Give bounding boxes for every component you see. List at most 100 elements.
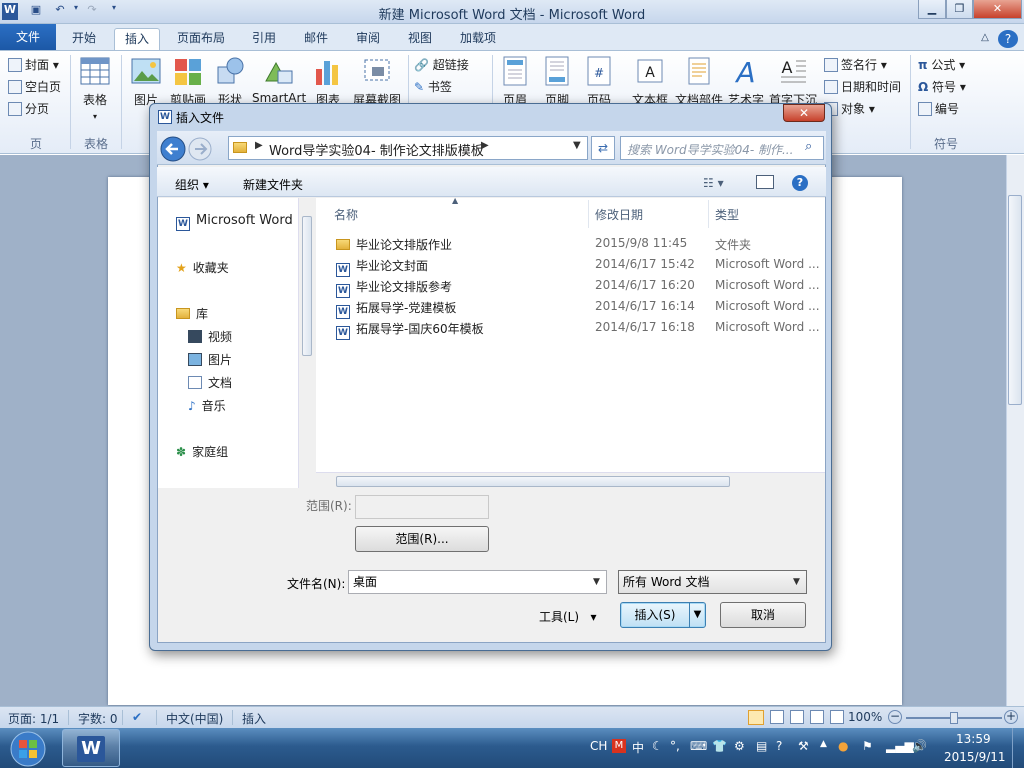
ime-mode-icon[interactable]: 中: [632, 739, 644, 756]
nav-microsoft-word[interactable]: W Microsoft Word: [176, 213, 293, 231]
new-folder-button[interactable]: 新建文件夹: [243, 176, 303, 193]
filename-input[interactable]: 桌面 ▼: [348, 570, 607, 594]
nav-scroll-thumb[interactable]: [302, 216, 312, 356]
show-desktop-button[interactable]: [1012, 728, 1024, 768]
file-row[interactable]: W 毕业论文排版参考 2014/6/17 16:20 Microsoft Word…: [332, 275, 822, 298]
organize-button[interactable]: 组织 ▾: [175, 176, 209, 193]
taskbar-word-button[interactable]: W: [62, 729, 120, 767]
ime-help-icon[interactable]: ?: [776, 739, 782, 753]
cancel-button[interactable]: 取消: [720, 602, 806, 628]
column-type-header[interactable]: 类型: [715, 206, 739, 223]
smartart-button[interactable]: SmartArt: [252, 55, 306, 105]
tray-app-icon[interactable]: ●: [838, 739, 848, 753]
breadcrumb-arrow-icon[interactable]: ▶: [255, 140, 263, 151]
table-button[interactable]: 表格 ▾: [78, 55, 112, 122]
tray-flag-icon[interactable]: ⚑: [862, 739, 873, 753]
tab-view[interactable]: 视图: [400, 28, 440, 50]
nav-videos[interactable]: 视频: [188, 328, 232, 345]
tab-addins[interactable]: 加载项: [452, 28, 504, 50]
blank-page-button[interactable]: 空白页: [8, 77, 61, 97]
zoom-out-icon[interactable]: −: [888, 710, 902, 724]
nav-pictures[interactable]: 图片: [188, 351, 232, 368]
textbox-button[interactable]: A 文本框: [630, 55, 670, 108]
quick-parts-button[interactable]: 文档部件: [674, 55, 724, 108]
page-number-button[interactable]: # 页码: [582, 55, 616, 108]
start-button-icon[interactable]: [2, 730, 54, 768]
dialog-help-icon[interactable]: ?: [792, 175, 808, 191]
ime-tools-icon[interactable]: ⚙: [734, 739, 745, 753]
web-layout-icon[interactable]: [790, 710, 804, 724]
hyperlink-button[interactable]: 🔗 超链接: [414, 55, 469, 75]
symbol-button[interactable]: Ω 符号 ▾: [918, 77, 966, 97]
breadcrumb[interactable]: Word导学实验04- 制作论文排版模板: [269, 140, 484, 159]
word-count[interactable]: 字数: 0: [78, 710, 118, 727]
tab-references[interactable]: 引用: [244, 28, 284, 50]
date-time-button[interactable]: 日期和时间: [824, 77, 901, 97]
insert-dropdown-icon[interactable]: ▼: [689, 603, 705, 627]
ime-punct-icon[interactable]: °,: [670, 739, 680, 753]
back-forward-icon[interactable]: [160, 136, 220, 162]
column-separator[interactable]: [588, 200, 589, 228]
file-row[interactable]: W 毕业论文封面 2014/6/17 15:42 Microsoft Word .…: [332, 254, 822, 277]
proofing-icon[interactable]: ✔: [132, 710, 142, 724]
signature-line-button[interactable]: 签名行 ▾: [824, 55, 887, 75]
filetype-select[interactable]: 所有 Word 文档 ▼: [618, 570, 807, 594]
dialog-close-button[interactable]: ✕: [783, 104, 825, 122]
network-icon[interactable]: ▂▄▆: [886, 739, 914, 753]
clock-date[interactable]: 2015/9/11: [944, 750, 1006, 764]
zoom-in-icon[interactable]: +: [1004, 710, 1018, 724]
page-break-button[interactable]: 分页: [8, 99, 49, 119]
tab-home[interactable]: 开始: [62, 28, 106, 50]
tab-mailings[interactable]: 邮件: [296, 28, 336, 50]
footer-button[interactable]: 页脚: [540, 55, 574, 108]
language-indicator[interactable]: 中文(中国): [166, 710, 223, 727]
help-icon[interactable]: ?: [998, 30, 1018, 48]
minimize-button[interactable]: ▁: [918, 0, 946, 19]
zoom-level[interactable]: 100%: [848, 710, 882, 724]
draft-view-icon[interactable]: [830, 710, 844, 724]
file-row[interactable]: W 拓展导学-党建模板 2014/6/17 16:14 Microsoft Wor…: [332, 296, 822, 319]
ime-menu-icon[interactable]: ▤: [756, 739, 767, 753]
clipart-button[interactable]: 剪贴画: [168, 55, 208, 108]
insert-button[interactable]: 插入(S) ▼: [620, 602, 706, 628]
address-dropdown-icon[interactable]: ▼: [573, 140, 581, 151]
wordart-button[interactable]: A 艺术字: [726, 55, 766, 108]
column-name-header[interactable]: 名称: [334, 206, 358, 223]
address-bar[interactable]: ▶ Word导学实验04- 制作论文排版模板 ▶ ▼: [228, 136, 588, 160]
filename-dropdown-icon[interactable]: ▼: [593, 571, 600, 593]
ime-settings-icon[interactable]: ⚒: [798, 739, 809, 753]
tab-file[interactable]: 文件: [0, 24, 56, 50]
cover-page-button[interactable]: 封面 ▾: [8, 55, 59, 75]
ime-keyboard-icon[interactable]: ⌨: [690, 739, 707, 753]
close-button[interactable]: ✕: [973, 0, 1022, 19]
tray-expand-icon[interactable]: ▲: [820, 739, 827, 749]
ime-moon-icon[interactable]: ☾: [652, 739, 663, 753]
vertical-scroll-thumb[interactable]: [1008, 195, 1022, 405]
header-button[interactable]: 页眉: [498, 55, 532, 108]
tab-review[interactable]: 审阅: [348, 28, 388, 50]
preview-pane-icon[interactable]: [756, 175, 774, 189]
ime-skin-icon[interactable]: 👕: [712, 739, 727, 753]
page-count[interactable]: 页面: 1/1: [8, 710, 59, 727]
nav-libraries[interactable]: 库: [176, 305, 208, 322]
ime-logo-icon[interactable]: M: [612, 739, 626, 753]
nav-homegroup[interactable]: ✽ 家庭组: [176, 443, 228, 460]
file-row[interactable]: W 拓展导学-国庆60年模板 2014/6/17 16:18 Microsoft …: [332, 317, 822, 340]
collapse-ribbon-icon[interactable]: △: [976, 28, 994, 50]
range-button[interactable]: 范围(R)...: [355, 526, 489, 552]
search-icon[interactable]: ⌕: [805, 139, 812, 154]
view-options-icon[interactable]: ☷ ▾: [703, 176, 724, 190]
insert-mode[interactable]: 插入: [242, 710, 266, 727]
tab-page-layout[interactable]: 页面布局: [170, 28, 232, 50]
numbering-button[interactable]: 编号: [918, 99, 959, 119]
volume-icon[interactable]: 🔊: [912, 739, 927, 753]
bookmark-button[interactable]: ✎ 书签: [414, 77, 452, 97]
nav-scrollbar[interactable]: [298, 198, 315, 488]
zoom-slider-thumb[interactable]: [950, 712, 958, 724]
nav-favorites[interactable]: ★ 收藏夹: [176, 259, 229, 276]
fullscreen-reading-icon[interactable]: [770, 710, 784, 724]
print-layout-icon[interactable]: [748, 710, 764, 725]
outline-view-icon[interactable]: [810, 710, 824, 724]
tools-menu[interactable]: 工具(L) ▾: [539, 608, 597, 625]
nav-documents[interactable]: 文档: [188, 374, 232, 391]
